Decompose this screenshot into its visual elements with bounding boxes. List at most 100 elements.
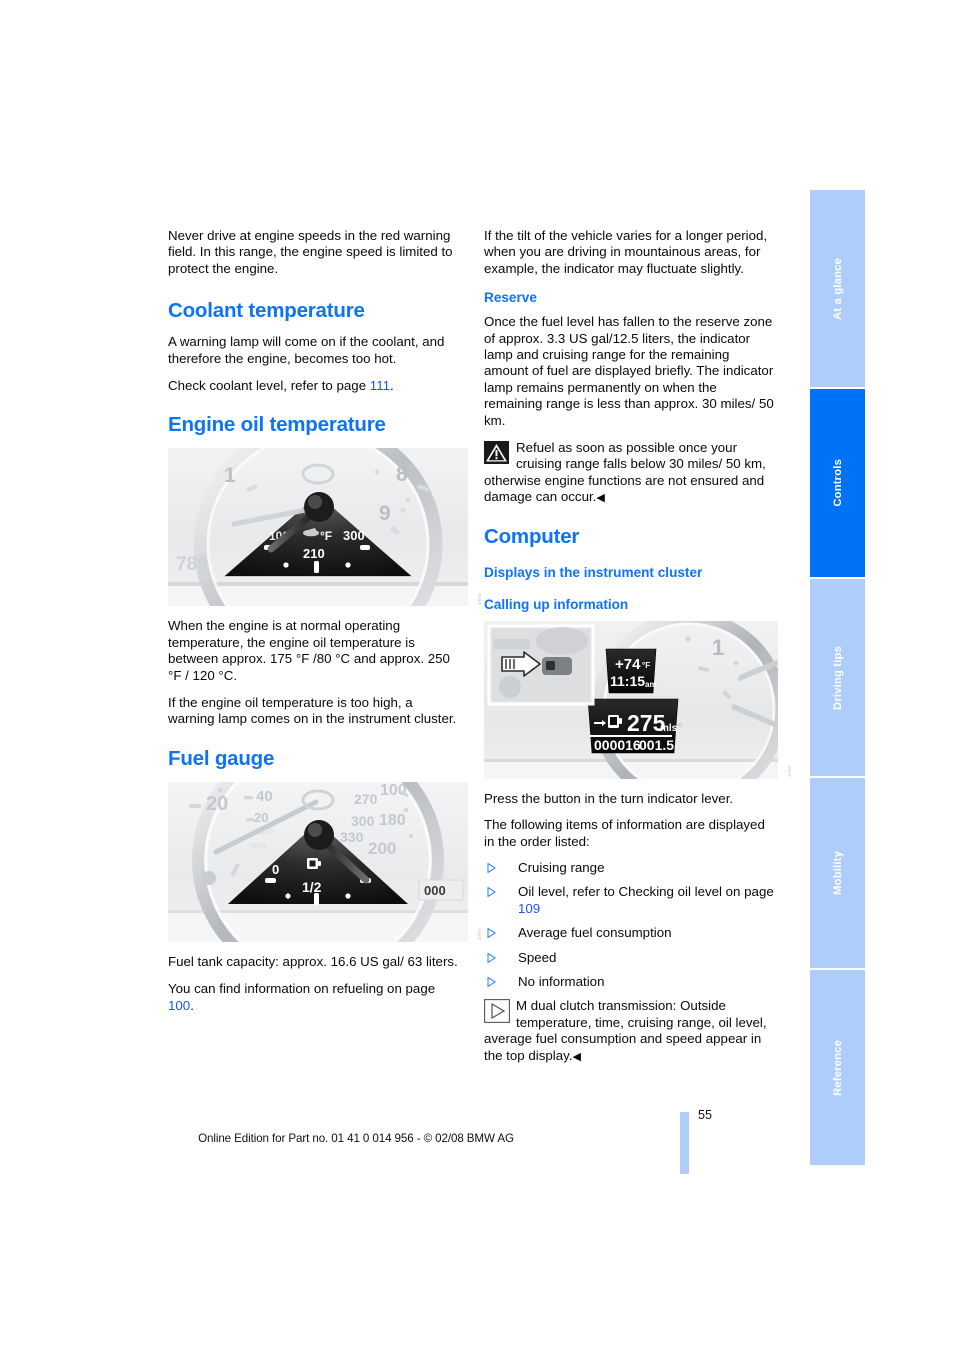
tilt-paragraph: If the tilt of the vehicle varies for a … [484,228,768,276]
svg-text:0: 0 [272,862,279,877]
svg-text:300: 300 [351,813,375,829]
svg-text:1/2: 1/2 [302,879,322,895]
page-link-100[interactable]: 100 [168,998,190,1013]
intro-paragraph: Never drive at engine speeds in the red … [168,228,453,276]
heading-coolant-temperature: Coolant temperature [168,299,365,323]
list-intro: The following items of information are d… [484,817,765,849]
heading-computer: Computer [484,524,580,548]
section-tab-rail: At a glance Controls Driving tips Mobili… [810,190,865,1165]
tab-mobility[interactable]: Mobility [810,778,865,968]
tab-label: Mobility [831,851,844,895]
svg-text:100: 100 [380,782,407,799]
note-triangle-icon [484,999,510,1024]
list-item-label: Speed [518,949,557,965]
list-item: Oil level, refer to Checking oil level o… [484,884,776,917]
tab-label: Reference [831,1039,844,1096]
svg-text:200: 200 [368,839,396,858]
svg-text:8: 8 [396,463,408,486]
tab-label: Driving tips [831,645,844,710]
list-item: Cruising range [484,860,776,876]
warning-block-refuel: Refuel as soon as possible once your cru… [484,440,776,506]
coolant-reference-text: Check coolant level, refer to page [168,378,370,394]
triangle-bullet-icon [487,928,496,939]
triangle-bullet-icon [487,976,496,987]
list-item-label: No information [518,973,605,989]
svg-text:20: 20 [254,810,268,825]
triangle-bullet-icon [487,952,496,963]
page-number: 55 [697,1108,712,1122]
tab-controls[interactable]: Controls [810,389,865,577]
warning-triangle-icon [484,441,509,465]
list-item: Average fuel consumption [484,925,776,941]
press-button-instruction: Press the button in the turn indicator l… [484,790,734,806]
coolant-paragraph: A warning lamp will come on if the coola… [168,334,445,366]
tab-label: Controls [831,459,844,507]
lever-button [546,660,555,670]
tab-driving-tips[interactable]: Driving tips [810,579,865,776]
svg-text:210: 210 [303,546,325,561]
manual-page: Never drive at engine speeds in the red … [0,0,954,1350]
page-link-111[interactable]: 111 [370,378,390,393]
list-item-label: Oil level, refer to Checking oil level o… [518,884,774,900]
warning-text: Refuel as soon as possible once your cru… [484,440,766,505]
temperature-unit: °F [642,661,650,670]
tach-digit: 1 [712,635,724,660]
heading-displays-instrument-cluster: Displays in the instrument cluster [484,564,703,580]
fuel-gauge-illustration: 20 40 20 270 300 330 100 180 200 km/h mp… [168,733,468,986]
tab-at-a-glance[interactable]: At a glance [810,190,865,387]
engine-oil-paragraph-1: When the engine is at normal operating t… [168,618,450,683]
list-item: Speed [484,950,776,966]
footer-edition-text: Online Edition for Part no. 01 41 0 014 … [198,1132,514,1145]
cruising-range-unit: mls [660,723,678,734]
coolant-reference-suffix: . [390,378,394,394]
tab-label: At a glance [831,257,844,320]
reserve-paragraph: Once the fuel level has fallen to the re… [484,314,774,428]
coolant-reference: Check coolant level, refer to page 111. [168,378,460,394]
svg-text:20: 20 [206,793,228,815]
computer-display-illustration: 1 +74 °F 11:15 am 275 mls 000016 001.5 [484,611,787,807]
page-link-109[interactable]: 109 [518,901,540,916]
triangle-bullet-icon [487,887,496,898]
tab-reference[interactable]: Reference [810,970,865,1165]
figure-engine-oil-temperature-gauge: 1 8 9 789 100 °F 300 210 BMW [168,419,482,669]
svg-text:°F: °F [320,529,332,543]
heading-fuel-gauge: Fuel gauge [168,746,275,770]
fuel-reference-text: You can find information on refueling on… [168,981,436,997]
svg-text:1: 1 [224,464,236,487]
outside-temperature-value: +74 [615,656,641,673]
svg-text:180: 180 [379,812,406,829]
left-column: Never drive at engine speeds in the red … [168,228,482,1025]
fuel-refueling-reference: You can find information on refueling on… [168,981,460,1014]
clock-meridiem: am [645,680,657,689]
warning-end-mark: ◀ [596,492,605,505]
note-end-mark: ◀ [572,1050,581,1063]
footer-accent-bar [680,1112,689,1174]
svg-text:40: 40 [256,788,273,805]
odometer-trip: 001.5 [639,737,674,753]
figure-fuel-gauge: 20 40 20 270 300 330 100 180 200 km/h mp… [168,733,482,986]
information-items-list: Cruising range Oil level, refer to Check… [484,860,776,990]
engine-oil-gauge-illustration: 1 8 9 789 100 °F 300 210 [168,419,468,669]
fuel-reference-suffix: . [190,997,194,1013]
heading-reserve: Reserve [484,290,537,306]
heading-engine-oil-temperature: Engine oil temperature [168,413,386,437]
right-column: If the tilt of the vehicle varies for a … [484,228,792,1075]
clock-value: 11:15 [610,673,645,689]
list-item: No information [484,974,776,990]
engine-oil-paragraph-2: If the engine oil temperature is too hig… [168,695,457,727]
figure-credit: BMW [787,765,792,777]
odometer-total: 000016 [594,737,641,753]
svg-text:330: 330 [340,829,364,845]
list-item-label: Average fuel consumption [518,925,672,941]
figure-credit: BMW [477,592,482,605]
partial-tach-digits: 789 [176,554,208,575]
heading-calling-up-information: Calling up information [484,596,629,612]
fuel-capacity-paragraph: Fuel tank capacity: approx. 16.6 US gal/… [168,953,458,969]
note-block-dual-clutch: M dual clutch transmission: Outside temp… [484,998,776,1064]
svg-text:9: 9 [379,502,391,525]
svg-text:mph: mph [250,841,266,850]
figure-credit: BMW [477,928,482,940]
figure-instrument-cluster-computer: 1 +74 °F 11:15 am 275 mls 000016 001.5 B… [484,611,792,807]
svg-text:300: 300 [343,528,365,543]
svg-text:270: 270 [354,791,378,807]
